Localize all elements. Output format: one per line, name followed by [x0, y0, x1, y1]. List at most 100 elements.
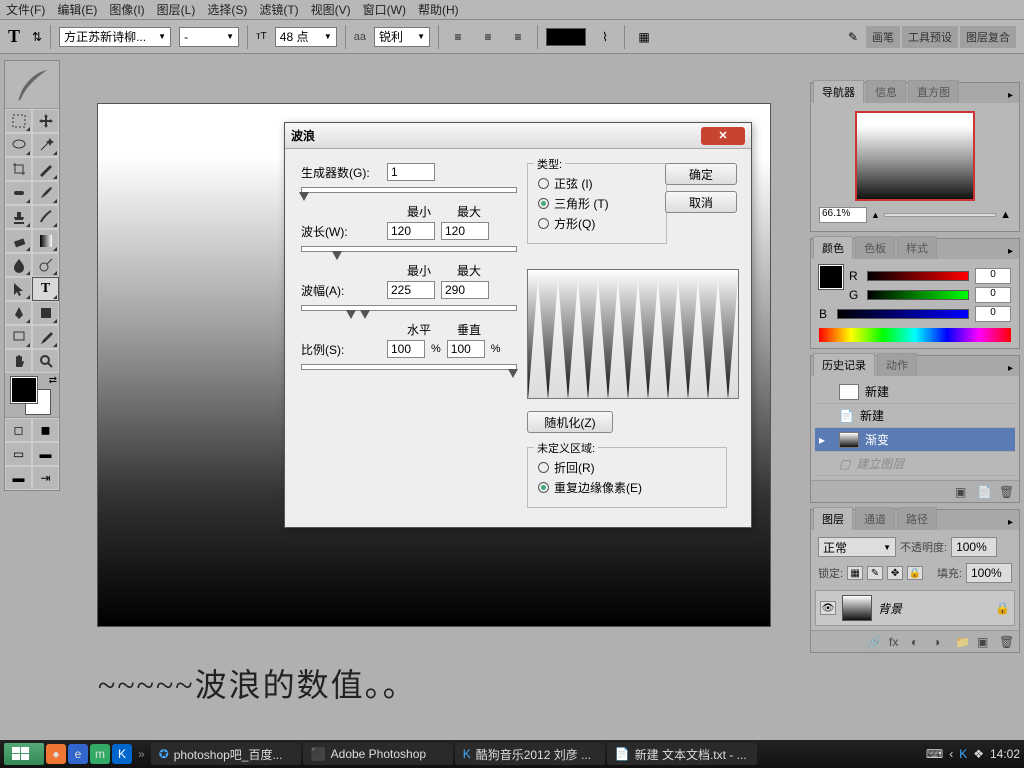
tab-actions[interactable]: 动作: [877, 353, 917, 376]
wavelength-slider[interactable]: [301, 246, 517, 252]
swap-colors-icon[interactable]: ⇄: [49, 375, 57, 386]
dialog-titlebar[interactable]: 波浪 ✕: [285, 123, 751, 149]
g-slider[interactable]: [867, 290, 969, 300]
group-icon[interactable]: 📁: [955, 635, 969, 649]
tab-histogram[interactable]: 直方图: [908, 80, 959, 103]
amplitude-max-input[interactable]: [441, 281, 489, 299]
shape-tool-icon[interactable]: [32, 301, 59, 325]
history-step[interactable]: ▢建立图层: [815, 452, 1015, 476]
history-step[interactable]: 📄新建: [815, 404, 1015, 428]
new-doc-icon[interactable]: 📄: [977, 485, 991, 499]
menu-filter[interactable]: 滤镜(T): [259, 1, 298, 18]
layer-style-icon[interactable]: fx: [889, 635, 903, 649]
menu-file[interactable]: 文件(F): [6, 1, 45, 18]
move-tool-icon[interactable]: [32, 109, 59, 133]
fill-input[interactable]: 100%: [966, 563, 1012, 583]
layer-thumbnail[interactable]: [842, 595, 872, 621]
align-left-icon[interactable]: ≡: [447, 26, 469, 48]
history-snapshot[interactable]: 新建: [815, 380, 1015, 404]
opacity-input[interactable]: 100%: [951, 537, 997, 557]
scale-horiz-input[interactable]: [387, 340, 425, 358]
navigator-thumbnail[interactable]: [855, 111, 975, 201]
wrap-radio[interactable]: 折回(R): [538, 459, 716, 476]
tab-color[interactable]: 颜色: [813, 236, 853, 259]
layer-name[interactable]: 背景: [878, 600, 902, 617]
imageready-icon[interactable]: ⇥: [32, 466, 59, 490]
gradient-tool-icon[interactable]: [32, 229, 59, 253]
text-color-swatch[interactable]: [546, 28, 586, 46]
randomize-button[interactable]: 随机化(Z): [527, 411, 613, 433]
warp-text-icon[interactable]: ⌇: [594, 26, 616, 48]
wand-tool-icon[interactable]: [32, 133, 59, 157]
lock-position-icon[interactable]: ✥: [887, 566, 903, 580]
stamp-tool-icon[interactable]: [5, 205, 32, 229]
zoom-in-icon[interactable]: ▲: [1000, 209, 1011, 221]
taskbar-app[interactable]: ⬛Adobe Photoshop: [303, 743, 453, 765]
menu-select[interactable]: 选择(S): [207, 1, 247, 18]
marquee-tool-icon[interactable]: [5, 109, 32, 133]
new-layer-icon[interactable]: ▣: [977, 635, 991, 649]
type-triangle-radio[interactable]: 三角形 (T): [538, 195, 656, 212]
heal-tool-icon[interactable]: [5, 181, 32, 205]
layer-row[interactable]: 👁 背景 🔒: [815, 590, 1015, 626]
tray-icon[interactable]: ❖: [973, 747, 984, 761]
panel-menu-icon[interactable]: ▸: [1002, 361, 1019, 376]
tray-icon[interactable]: ⌨: [926, 747, 943, 761]
spectrum-ramp[interactable]: [819, 328, 1011, 342]
dodge-tool-icon[interactable]: [32, 253, 59, 277]
font-size-dropdown[interactable]: 48 点▼: [275, 27, 337, 47]
r-slider[interactable]: [867, 271, 969, 281]
generators-input[interactable]: [387, 163, 435, 181]
screen-full-menu-icon[interactable]: ▬: [32, 442, 59, 466]
zoom-slider[interactable]: [884, 213, 996, 217]
b-slider[interactable]: [837, 309, 969, 319]
lock-pixels-icon[interactable]: ✎: [867, 566, 883, 580]
scale-vert-input[interactable]: [447, 340, 485, 358]
notes-tool-icon[interactable]: [5, 325, 32, 349]
eraser-tool-icon[interactable]: [5, 229, 32, 253]
amplitude-min-input[interactable]: [387, 281, 435, 299]
trash-icon[interactable]: 🗑: [999, 485, 1013, 499]
align-center-icon[interactable]: ≡: [477, 26, 499, 48]
clock[interactable]: 14:02: [990, 747, 1020, 761]
tab-paths[interactable]: 路径: [897, 507, 937, 530]
panel-tab-layercomp[interactable]: 图层复合: [960, 26, 1016, 48]
trash-icon[interactable]: 🗑: [999, 635, 1013, 649]
screen-full-icon[interactable]: ▬: [5, 466, 32, 490]
history-brush-tool-icon[interactable]: [32, 205, 59, 229]
panel-tab-brush[interactable]: 画笔: [866, 26, 900, 48]
menu-help[interactable]: 帮助(H): [418, 1, 459, 18]
type-square-radio[interactable]: 方形(Q): [538, 215, 656, 232]
tab-navigator[interactable]: 导航器: [813, 80, 864, 103]
panel-menu-icon[interactable]: ▸: [1002, 515, 1019, 530]
b-value[interactable]: 0: [975, 306, 1011, 322]
cancel-button[interactable]: 取消: [665, 191, 737, 213]
pen-tool-icon[interactable]: [5, 301, 32, 325]
ok-button[interactable]: 确定: [665, 163, 737, 185]
link-layers-icon[interactable]: 🔗: [867, 635, 881, 649]
font-family-dropdown[interactable]: 方正苏新诗柳...▼: [59, 27, 171, 47]
tab-channels[interactable]: 通道: [855, 507, 895, 530]
quickmask-mode-icon[interactable]: ◼: [32, 418, 59, 442]
wavelength-min-input[interactable]: [387, 222, 435, 240]
tray-icon[interactable]: ‹: [949, 747, 953, 761]
generators-slider[interactable]: [301, 187, 517, 193]
zoom-out-icon[interactable]: ▲: [871, 210, 880, 220]
taskbar-app[interactable]: K酷狗音乐2012 刘彦 ...: [455, 743, 605, 765]
font-style-dropdown[interactable]: -▼: [179, 27, 239, 47]
start-button[interactable]: [4, 743, 44, 765]
type-tool-icon[interactable]: T: [32, 277, 59, 301]
antialias-dropdown[interactable]: 锐利▼: [374, 27, 430, 47]
panel-menu-icon[interactable]: ▸: [1002, 244, 1019, 259]
menu-edit[interactable]: 编辑(E): [57, 1, 97, 18]
lock-all-icon[interactable]: 🔒: [907, 566, 923, 580]
menu-layer[interactable]: 图层(L): [157, 1, 196, 18]
history-step[interactable]: ▸渐变: [815, 428, 1015, 452]
taskbar-app[interactable]: ✪photoshop吧_百度...: [151, 743, 301, 765]
blend-mode-dropdown[interactable]: 正常▼: [818, 537, 896, 557]
slice-tool-icon[interactable]: [32, 157, 59, 181]
close-button[interactable]: ✕: [701, 127, 745, 145]
tab-swatches[interactable]: 色板: [855, 236, 895, 259]
crop-tool-icon[interactable]: [5, 157, 32, 181]
r-value[interactable]: 0: [975, 268, 1011, 284]
